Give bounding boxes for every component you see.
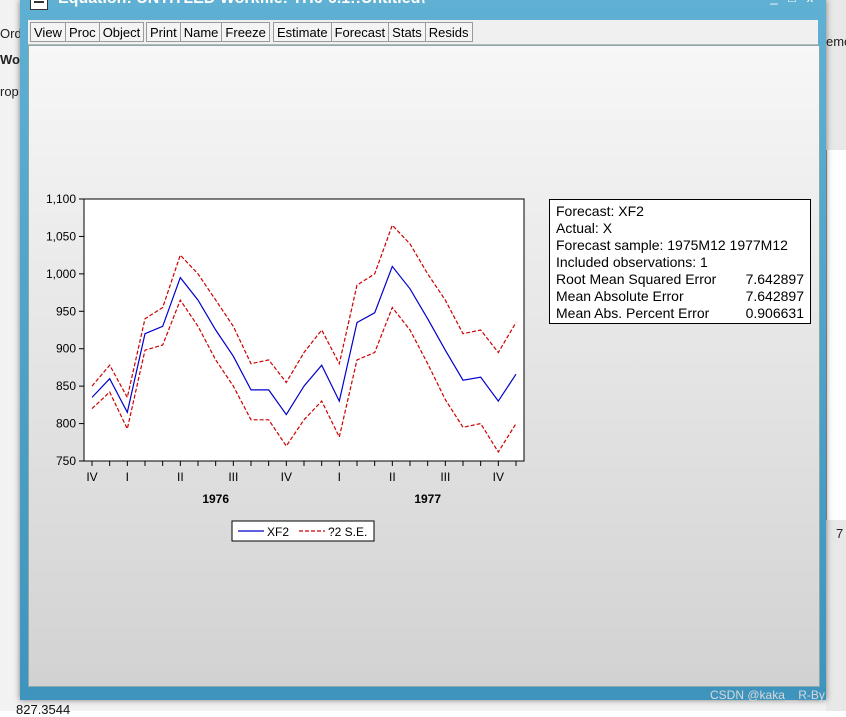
x-axis: IV I II III IV I II III IV1976 1977 <box>86 461 517 506</box>
toolbar: View Proc Object Print Name Freeze Estim… <box>28 20 818 45</box>
window-title: Equation: UNTITLED Workfile: TH6-6.1::Un… <box>58 0 425 8</box>
x-year-label: 1977 <box>414 492 441 506</box>
mape-row: Mean Abs. Percent Error 0.906631 <box>556 305 804 322</box>
forecast-stats-box: Forecast: XF2 Actual: X Forecast sample:… <box>549 199 811 324</box>
maximize-button[interactable]: □ <box>784 0 800 6</box>
y-tick-label: 1,000 <box>46 267 76 281</box>
bg-snippet-3: rop <box>0 84 19 99</box>
resids-button[interactable]: Resids <box>424 22 473 42</box>
stats-button[interactable]: Stats <box>388 22 426 42</box>
actual-label: Actual: X <box>556 220 613 236</box>
estimate-button[interactable]: Estimate <box>273 22 332 42</box>
x-quarter-label: II <box>389 470 396 484</box>
mae-row: Mean Absolute Error 7.642897 <box>556 288 804 305</box>
y-tick-label: 850 <box>56 379 76 393</box>
sample-label: Forecast sample: 1975M12 1977M12 <box>556 237 788 253</box>
x-quarter-label: IV <box>281 470 292 484</box>
mape-label: Mean Abs. Percent Error <box>556 305 710 321</box>
y-tick-label: 1,050 <box>46 229 76 243</box>
mae-label: Mean Absolute Error <box>556 288 684 304</box>
toolbar-group-estimate: Estimate Forecast Stats Resids <box>273 22 473 42</box>
forecast-button[interactable]: Forecast <box>330 22 390 42</box>
rmse-row: Root Mean Squared Error 7.642897 <box>556 271 804 288</box>
x-quarter-label: IV <box>86 470 97 484</box>
toolbar-group-print: Print Name Freeze <box>146 22 270 42</box>
bg-bottom-value: 827.3544 <box>16 702 71 717</box>
y-tick-label: 950 <box>56 304 76 318</box>
forecast-chart: 1,1001,0501,000950900850800750 IV I II III I… <box>46 192 525 542</box>
minimize-button[interactable]: _ <box>766 0 782 6</box>
y-tick-label: 750 <box>56 454 76 468</box>
name-button[interactable]: Name <box>179 22 223 42</box>
equation-window: Equation: UNTITLED Workfile: TH6-6.1::Un… <box>20 0 826 700</box>
rmse-label: Root Mean Squared Error <box>556 271 717 287</box>
x-quarter-label: I <box>338 470 341 484</box>
watermark: CSDN @kaka__R-By <box>710 688 825 702</box>
x-quarter-label: I <box>126 470 129 484</box>
bg-snippet-right-2: 7 <box>836 526 844 541</box>
plot-area <box>83 198 525 462</box>
toolbar-group-object: View Proc Object <box>30 22 145 42</box>
object-button[interactable]: Object <box>98 22 145 42</box>
x-quarter-label: III <box>440 470 450 484</box>
proc-button[interactable]: Proc <box>64 22 100 42</box>
bg-snippet-2: Wo <box>0 52 20 67</box>
bg-snippet-right-1: eme <box>826 34 846 49</box>
graph-view[interactable]: 1,100 1,050 1,000 950 900 850 800 750 IV I II III I… <box>28 45 820 687</box>
title-bar[interactable]: Equation: UNTITLED Workfile: TH6-6.1::Un… <box>20 0 826 18</box>
y-axis: 1,100 1,050 1,000 950 900 850 800 750 <box>46 192 84 468</box>
mape-value: 0.906631 <box>745 305 804 321</box>
mae-value: 7.642897 <box>745 288 804 304</box>
freeze-button[interactable]: Freeze <box>221 22 270 42</box>
x-quarter-label: IV <box>493 470 504 484</box>
x-year-label: 1976 <box>202 492 229 506</box>
x-quarter-label: II <box>177 470 184 484</box>
forecast-label: Forecast: XF2 <box>556 203 644 219</box>
included-label: Included observations: 1 <box>556 254 708 270</box>
rmse-value: 7.642897 <box>745 271 804 287</box>
window-icon[interactable] <box>30 0 48 10</box>
legend-label-xf2: XF2 <box>267 525 289 539</box>
bg-right-graph-panel <box>826 150 846 520</box>
x-quarter-label: III <box>228 470 238 484</box>
y-tick-label: 800 <box>56 417 76 431</box>
close-button[interactable]: x <box>802 0 818 6</box>
print-button[interactable]: Print <box>146 22 181 42</box>
y-tick-label: 1,100 <box>46 192 76 206</box>
view-button[interactable]: View <box>30 22 66 42</box>
y-tick-label: 900 <box>56 342 76 356</box>
legend-label-se: ?2 S.E. <box>328 525 367 539</box>
